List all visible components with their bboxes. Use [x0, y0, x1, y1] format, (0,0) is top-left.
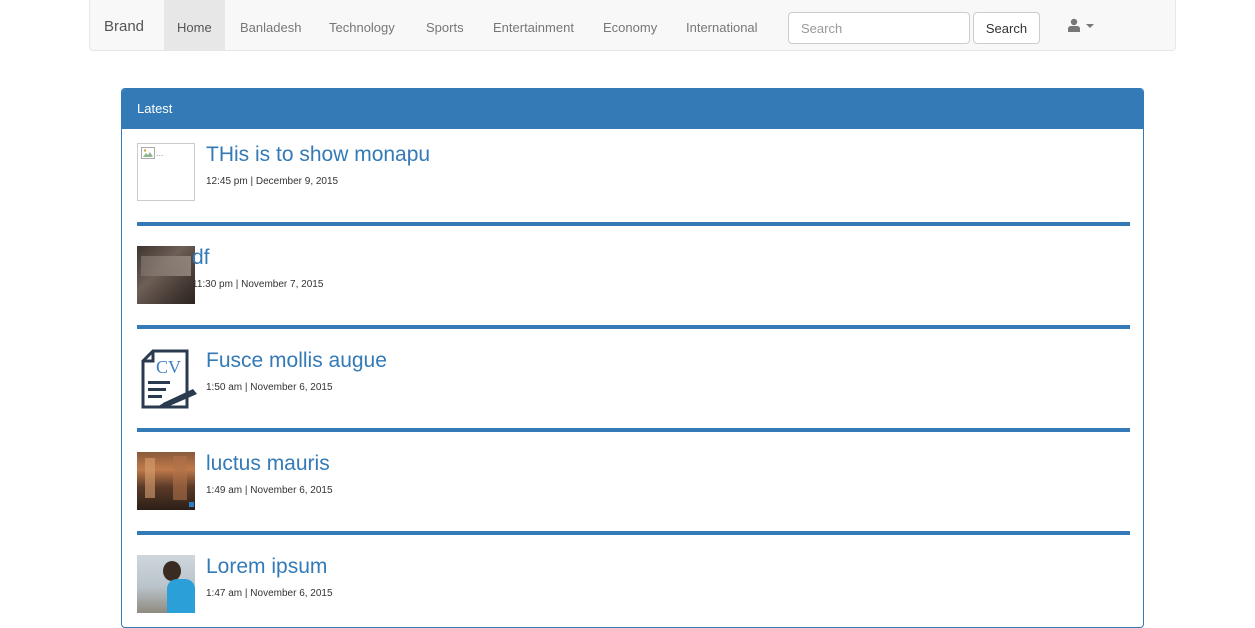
panel-heading: Latest	[122, 89, 1143, 129]
list-item: ... THis is to show monapu 12:45 pm | De…	[137, 129, 1130, 226]
nav-item-technology[interactable]: Technology	[316, 0, 408, 50]
search-button[interactable]: Search	[973, 12, 1040, 44]
svg-text:CV: CV	[156, 357, 181, 377]
list-item: luctus mauris 1:49 am | November 6, 2015	[137, 438, 1130, 535]
item-timestamp: 1:49 am | November 6, 2015	[206, 485, 333, 496]
latest-panel: Latest ... THis is to show monapu 12:45 …	[121, 88, 1144, 628]
item-timestamp: 1:50 am | November 6, 2015	[206, 382, 333, 393]
divider	[137, 531, 1130, 535]
nav-item-international[interactable]: International	[673, 0, 771, 50]
brand-logo[interactable]: Brand	[104, 18, 144, 35]
item-timestamp: 12:45 pm | December 9, 2015	[206, 176, 339, 187]
nav-item-sports[interactable]: Sports	[413, 0, 477, 50]
item-title-link[interactable]: luctus mauris	[206, 452, 330, 476]
item-title-link[interactable]: THis is to show monapu	[206, 143, 430, 167]
nav-item-entertainment[interactable]: Entertainment	[480, 0, 587, 50]
search-input[interactable]	[788, 12, 970, 44]
list-item: Lorem ipsum 1:47 am | November 6, 2015	[137, 541, 1130, 627]
nav-item-economy[interactable]: Economy	[590, 0, 670, 50]
list-item: df 11:30 pm | November 7, 2015	[137, 232, 1130, 329]
thumbnail-image[interactable]	[137, 452, 195, 510]
item-timestamp: 1:47 am | November 6, 2015	[206, 588, 333, 599]
thumbnail-image[interactable]	[137, 246, 195, 304]
broken-image-icon[interactable]: ...	[137, 143, 195, 201]
nav-item-home[interactable]: Home	[164, 0, 225, 50]
nav-item-banladesh[interactable]: Banladesh	[227, 0, 314, 50]
cv-document-icon[interactable]: CV	[137, 349, 197, 409]
user-icon	[1068, 18, 1080, 32]
chevron-down-icon	[1086, 24, 1094, 28]
divider	[137, 222, 1130, 226]
item-timestamp: 11:30 pm | November 7, 2015	[192, 279, 324, 290]
thumbnail-image[interactable]	[137, 555, 195, 613]
user-menu-dropdown[interactable]	[1067, 18, 1094, 32]
divider	[137, 325, 1130, 329]
list-item: CV Fusce mollis augue 1:50 am | November…	[137, 335, 1130, 432]
top-navbar: Brand Home Banladesh Technology Sports E…	[89, 0, 1176, 51]
divider	[137, 428, 1130, 432]
item-title-link[interactable]: df	[192, 246, 210, 270]
item-title-link[interactable]: Fusce mollis augue	[206, 349, 387, 373]
item-title-link[interactable]: Lorem ipsum	[206, 555, 327, 579]
